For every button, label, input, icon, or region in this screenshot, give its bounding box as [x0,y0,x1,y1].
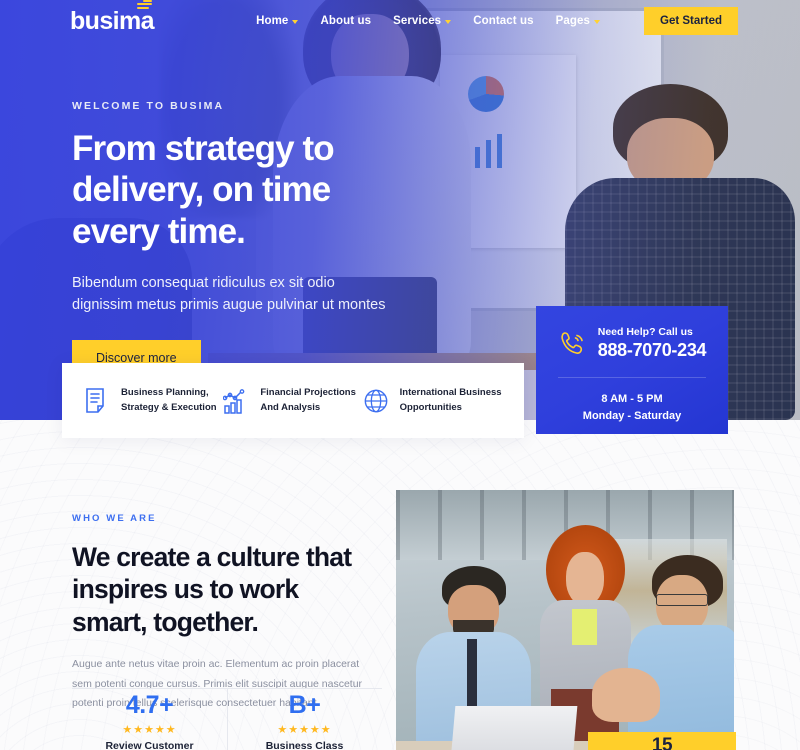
hero-content: WELCOME TO BUSIMA From strategy to deliv… [72,100,502,376]
stat-label: Review Customer [105,739,194,750]
star-rating-icon: ★★★★★ [277,723,332,736]
about-text-block: WHO WE ARE We create a culture that insp… [72,513,382,714]
nav-item-contact-us[interactable]: Contact us [473,15,533,27]
about-team-photo [396,490,734,750]
nav-label: Pages [555,15,590,27]
nav-item-services[interactable]: Services [393,15,452,27]
main-navigation: Home About us Services Contact us Pages … [256,7,738,35]
feature-line1: Financial Projections [260,387,356,399]
contact-divider [558,377,706,378]
feature-line2: Strategy & Execution [121,401,217,413]
nav-label: Home [256,15,289,27]
about-title: We create a culture that inspires us to … [72,542,352,637]
logo-text: busima [70,6,155,35]
contact-need-help-text: Need Help? Call us [597,326,693,338]
feature-label: Financial Projections And Analysis [260,386,356,415]
chevron-down-icon [292,19,299,24]
nav-label: About us [320,15,372,27]
stat-value: 4.7+ [125,691,174,719]
get-started-button[interactable]: Get Started [644,7,738,35]
feature-business-planning[interactable]: Business Planning, Strategy & Execution [84,386,223,415]
nav-label: Contact us [473,15,534,27]
experience-badge: 15 [588,732,736,750]
nav-item-home[interactable]: Home [256,15,299,27]
stat-business-class: B+ ★★★★★ Business Class [227,689,382,750]
stat-label: Business Class [265,739,344,750]
contact-phone-number[interactable]: 888-7070-234 [598,340,707,361]
chevron-down-icon [594,19,600,24]
contact-hours-days: Monday - Saturday [582,410,682,423]
feature-line2: And Analysis [260,401,321,413]
about-eyebrow: WHO WE ARE [72,513,157,524]
nav-item-pages[interactable]: Pages [556,15,600,27]
hero-subtitle: Bibendum consequat ridiculus ex sit odio… [72,274,386,313]
nav-item-about-us[interactable]: About us [320,15,371,27]
star-rating-icon: ★★★★★ [122,723,177,736]
globe-icon [364,389,388,412]
about-section: WHO WE ARE We create a culture that insp… [0,420,800,750]
site-logo[interactable]: busima [70,0,155,35]
experience-badge-number: 15 [651,735,673,750]
document-icon [86,387,104,413]
contact-card: Need Help? Call us 888-7070-234 8 AM - 5… [536,306,728,434]
feature-label: International Business Opportunities [400,386,502,415]
hero-eyebrow: WELCOME TO BUSIMA [72,100,225,112]
nav-label: Services [393,15,442,27]
feature-line2: Opportunities [399,401,462,413]
feature-international-business[interactable]: International Business Opportunities [363,386,502,415]
stacked-bars-icon [136,0,152,9]
stats-row: 4.7+ ★★★★★ Review Customer B+ ★★★★★ Busi… [72,689,382,750]
feature-line1: International Business [399,387,502,399]
feature-line1: Business Planning, [121,387,209,399]
feature-financial-projections[interactable]: Financial Projections And Analysis [223,386,362,415]
contact-hours-time: 8 AM - 5 PM [601,393,663,405]
stat-value: B+ [288,691,321,719]
hero-title: From strategy to delivery, on time every… [72,129,335,251]
chart-growth-icon [223,388,245,414]
site-header: busima Home About us Services Contact us… [0,0,800,42]
feature-label: Business Planning, Strategy & Execution [121,386,217,415]
phone-ring-icon [561,331,583,354]
feature-bar: Business Planning, Strategy & Execution … [62,363,524,438]
stat-review-customer: 4.7+ ★★★★★ Review Customer [72,691,227,750]
contact-hours: 8 AM - 5 PM Monday - Saturday [552,391,712,425]
chevron-down-icon [445,19,452,24]
